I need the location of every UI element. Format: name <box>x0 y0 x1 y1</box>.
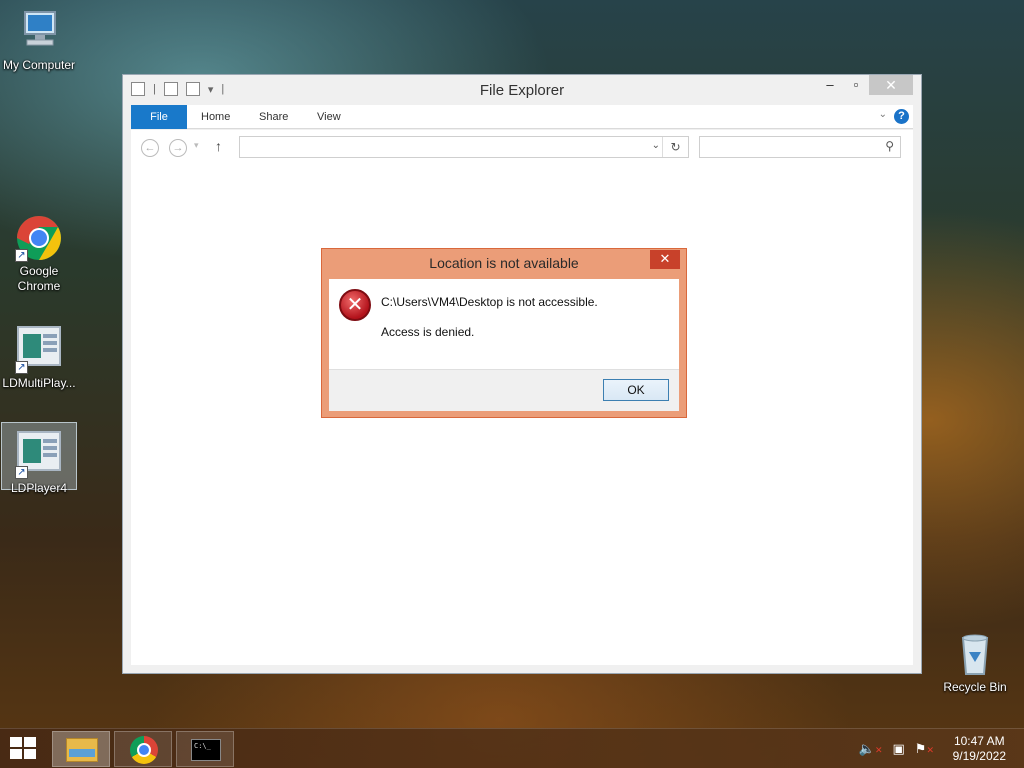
expand-ribbon-icon[interactable]: ⌄ <box>879 109 887 120</box>
tab-home[interactable]: Home <box>201 105 230 129</box>
ribbon-tabs: File Home Share View ⌄ ? <box>131 105 913 129</box>
desktop-icon-label: My Computer <box>2 58 76 72</box>
maximize-button[interactable]: ▫ <box>843 75 869 95</box>
system-tray: 🔈✕ ▣ ⚑✕ <box>859 741 934 757</box>
dialog-body: ✕ C:\Users\VM4\Desktop is not accessible… <box>329 279 679 369</box>
desktop-icon-google-chrome[interactable]: ↗ Google Chrome <box>1 214 77 294</box>
tab-share[interactable]: Share <box>259 105 288 129</box>
desktop-icon-label: LDMultiPlay... <box>2 376 76 390</box>
computer-icon <box>15 8 63 56</box>
volume-muted-icon[interactable]: 🔈✕ <box>859 741 883 757</box>
windows-start-icon[interactable] <box>10 737 38 761</box>
cmd-icon: C:\_ <box>191 739 221 761</box>
refresh-icon[interactable]: ↻ <box>662 137 688 157</box>
tab-view[interactable]: View <box>317 105 341 129</box>
ok-button[interactable]: OK <box>603 379 669 401</box>
desktop-icon-label: Recycle Bin <box>943 680 1007 694</box>
shortcut-arrow-icon: ↗ <box>15 249 28 262</box>
taskbar-file-explorer[interactable] <box>52 731 110 767</box>
clock-time: 10:47 AM <box>953 734 1005 748</box>
folder-icon <box>66 738 98 762</box>
shortcut-arrow-icon: ↗ <box>15 361 28 374</box>
taskbar-cmd[interactable]: C:\_ <box>176 731 234 767</box>
help-icon[interactable]: ? <box>894 109 909 124</box>
chrome-icon <box>130 736 158 764</box>
dialog-title: Location is not available <box>429 255 579 271</box>
navigation-bar: ← → ▾ ↑ ⌄ ↻ ⚲ <box>131 130 913 166</box>
chrome-icon: ↗ <box>15 214 63 262</box>
error-dialog: Location is not available ✕ ✕ C:\Users\V… <box>321 248 687 418</box>
desktop-icon-my-computer[interactable]: My Computer <box>1 8 77 73</box>
ldplayer-icon: ↗ <box>15 326 63 374</box>
dialog-close-button[interactable]: ✕ <box>650 250 680 269</box>
address-bar[interactable]: ⌄ ↻ <box>239 136 689 158</box>
ldplayer-icon: ↗ <box>15 431 63 479</box>
forward-button[interactable]: → <box>169 139 187 157</box>
window-controls: – ▫ ✕ <box>817 75 913 95</box>
dialog-footer: OK <box>329 369 679 411</box>
taskbar-chrome[interactable] <box>114 731 172 767</box>
desktop-icon-ldmultiplayer[interactable]: ↗ LDMultiPlay... <box>1 322 77 391</box>
recent-locations-icon[interactable]: ▾ <box>194 140 199 151</box>
recycle-bin-icon <box>951 630 999 678</box>
close-button[interactable]: ✕ <box>869 75 913 95</box>
action-center-icon[interactable]: ⚑✕ <box>915 741 934 757</box>
title-bar: | ▾ | File Explorer – ▫ ✕ <box>123 75 921 105</box>
network-icon[interactable]: ▣ <box>893 741 905 757</box>
back-button[interactable]: ← <box>141 139 159 157</box>
desktop-icon-label: LDPlayer4 <box>10 481 68 495</box>
up-arrow-icon[interactable]: ↑ <box>215 138 222 154</box>
dialog-message: C:\Users\VM4\Desktop is not accessible. <box>381 295 598 309</box>
minimize-button[interactable]: – <box>817 75 843 95</box>
taskbar: C:\_ 🔈✕ ▣ ⚑✕ 10:47 AM 9/19/2022 <box>0 728 1024 768</box>
window-title: File Explorer <box>479 82 565 99</box>
tab-file[interactable]: File <box>131 105 187 129</box>
address-dropdown-icon[interactable]: ⌄ <box>652 140 660 151</box>
desktop-icon-ldplayer4[interactable]: ↗ LDPlayer4 <box>1 422 77 495</box>
dialog-detail: Access is denied. <box>381 325 475 339</box>
desktop-icon-recycle-bin[interactable]: Recycle Bin <box>937 630 1013 695</box>
shortcut-arrow-icon: ↗ <box>15 466 28 479</box>
search-box[interactable]: ⚲ <box>699 136 901 158</box>
clock-date: 9/19/2022 <box>952 749 1006 763</box>
desktop-icon-label: Google Chrome <box>17 264 61 293</box>
error-icon: ✕ <box>339 289 371 321</box>
search-icon: ⚲ <box>885 139 894 153</box>
clock[interactable]: 10:47 AM 9/19/2022 <box>953 734 1006 764</box>
